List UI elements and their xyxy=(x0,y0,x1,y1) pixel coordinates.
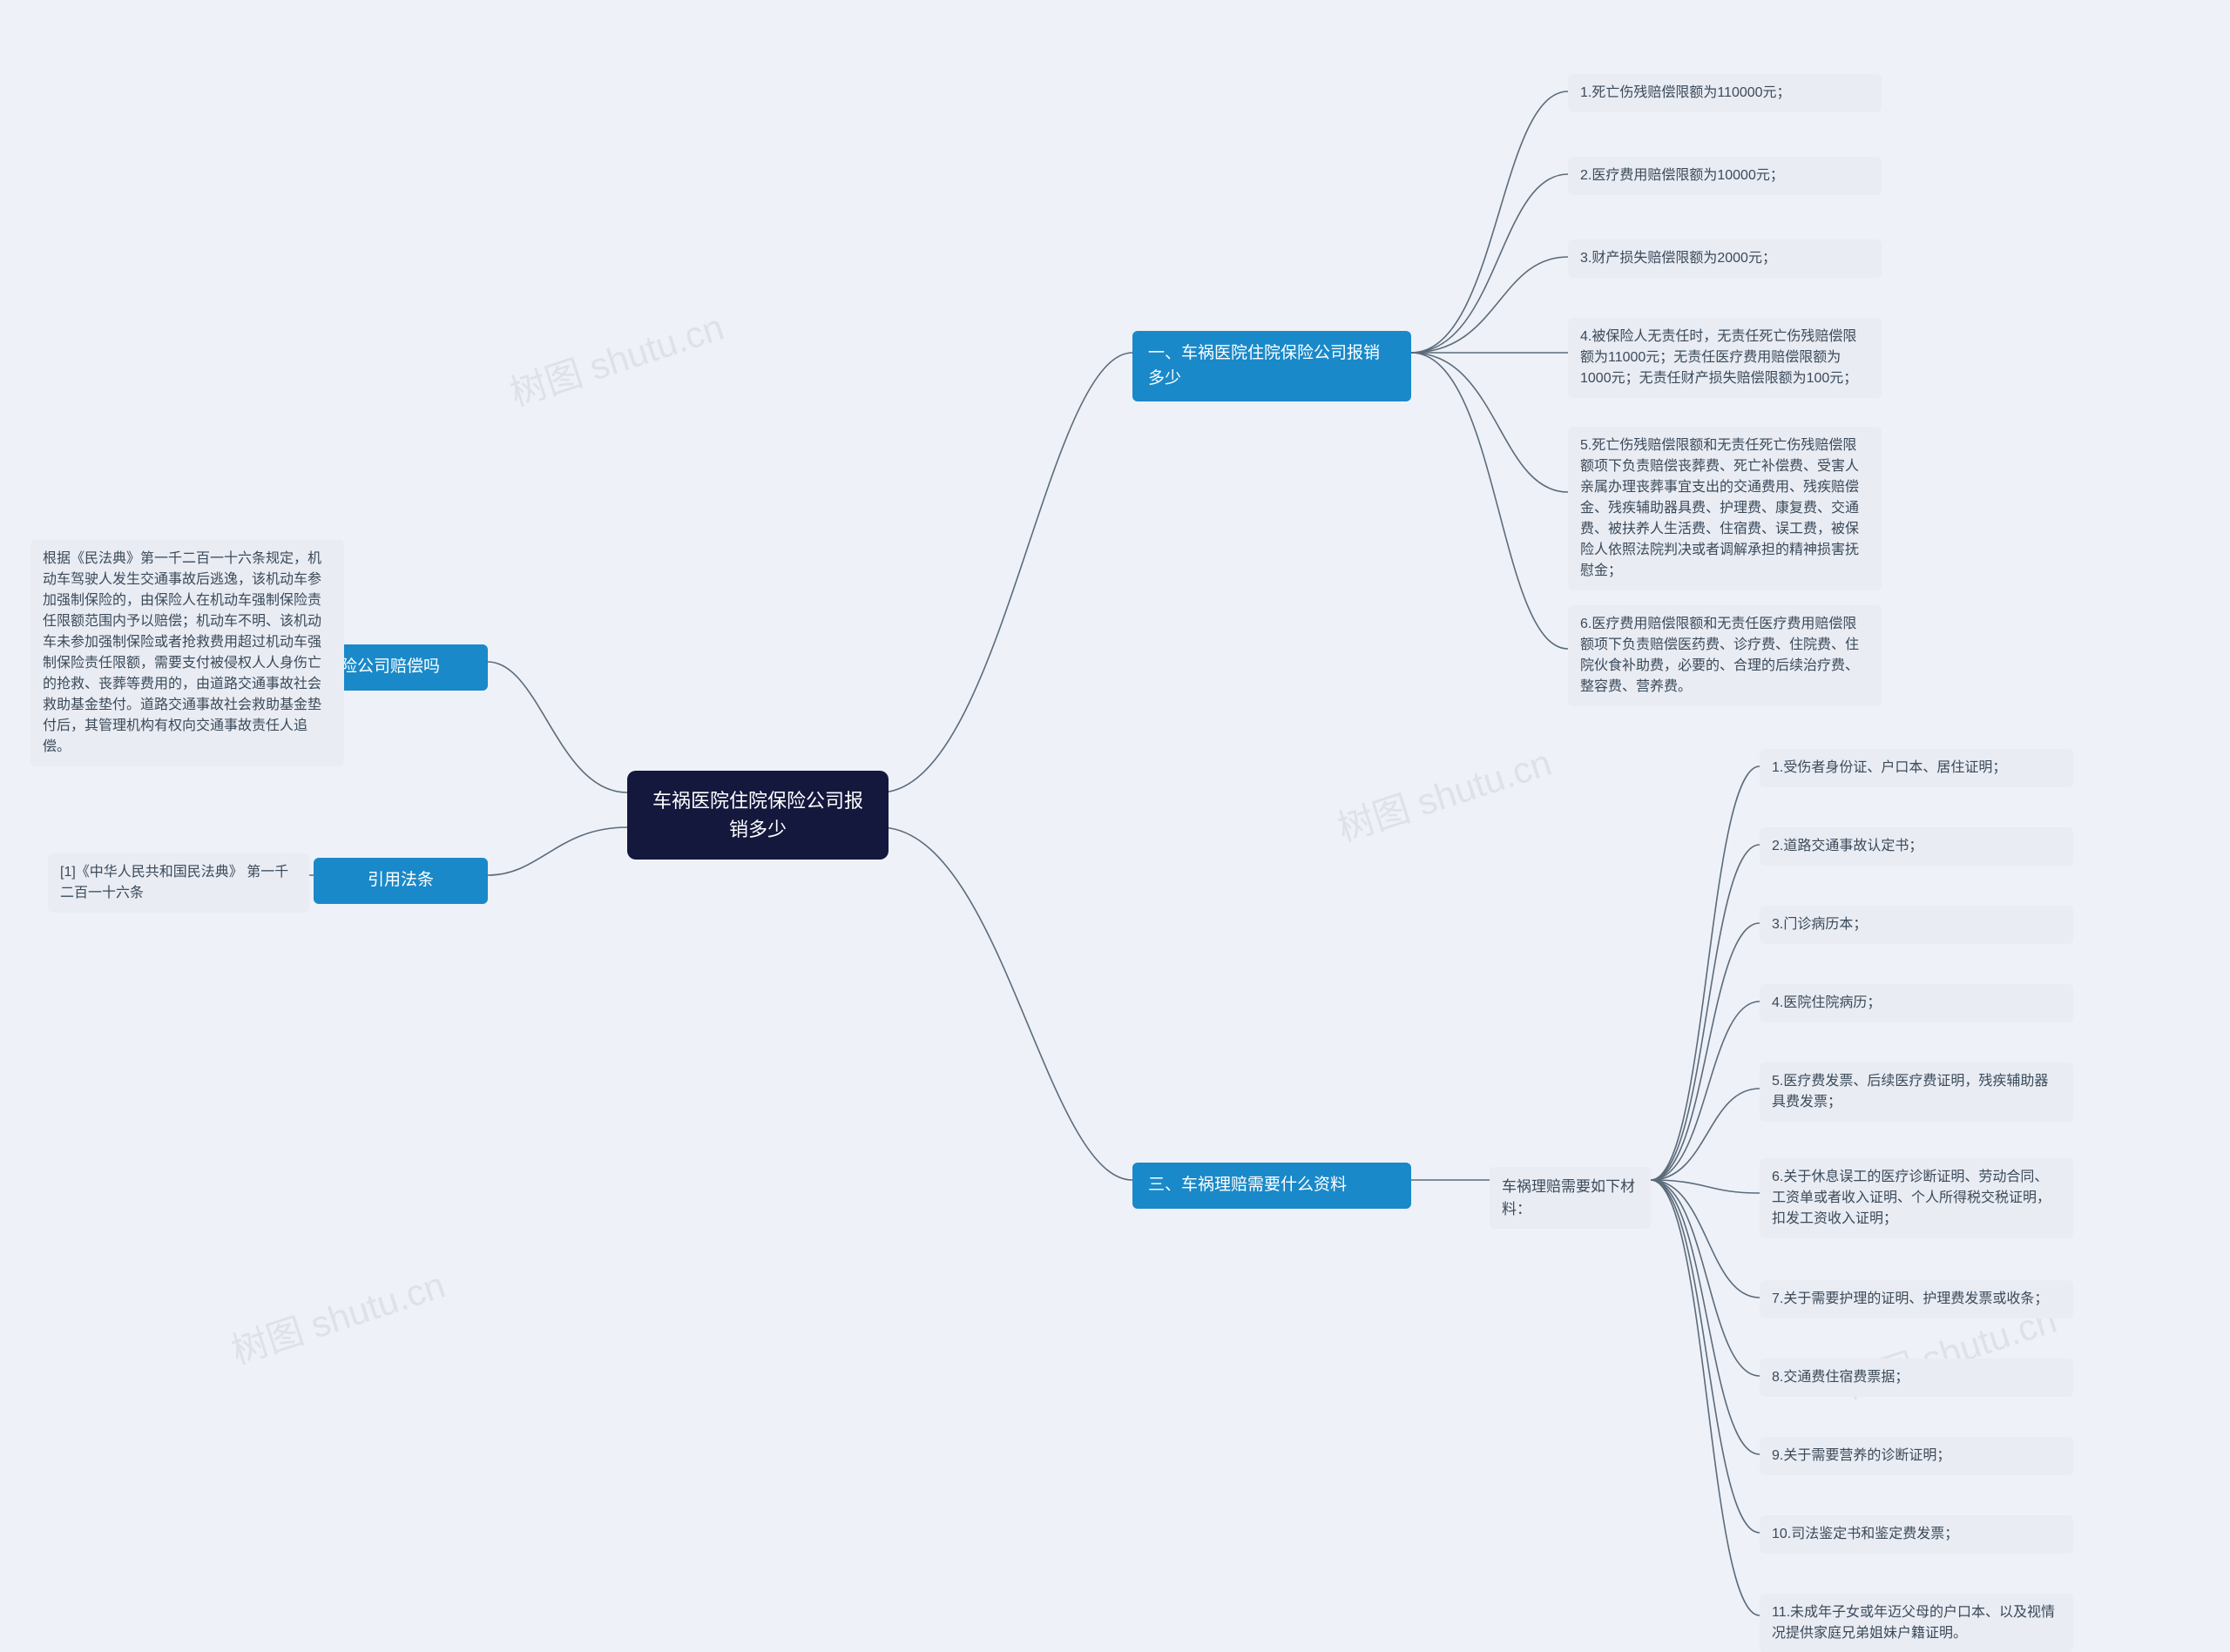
b3-item-5-text: 5.医疗费发票、后续医疗费证明，残疾辅助器具费发票； xyxy=(1772,1074,2048,1109)
b3-item-8[interactable]: 8.交通费住宿费票据； xyxy=(1760,1359,2073,1397)
branch-1-label: 一、车祸医院住院保险公司报销多少 xyxy=(1148,344,1380,388)
b3-item-3-text: 3.门诊病历本； xyxy=(1772,917,1867,932)
b1-item-6-text: 6.医疗费用赔偿限额和无责任医疗费用赔偿限额项下负责赔偿医药费、诊疗费、住院费、… xyxy=(1580,617,1859,694)
branch-3[interactable]: 三、车祸理赔需要什么资料 xyxy=(1132,1163,1411,1209)
b3-item-1[interactable]: 1.受伤者身份证、户口本、居住证明； xyxy=(1760,749,2073,787)
watermark: 树图 shutu.cn xyxy=(224,1256,451,1375)
b3-item-8-text: 8.交通费住宿费票据； xyxy=(1772,1370,1909,1385)
b3-item-9[interactable]: 9.关于需要营养的诊断证明； xyxy=(1760,1437,2073,1475)
branch-3-sub-text: 车祸理赔需要如下材料： xyxy=(1502,1178,1635,1217)
b3-item-2-text: 2.道路交通事故认定书； xyxy=(1772,839,1923,853)
b3-item-6[interactable]: 6.关于休息误工的医疗诊断证明、劳动合同、工资单或者收入证明、个人所得税交税证明… xyxy=(1760,1158,2073,1238)
b1-item-1-text: 1.死亡伤残赔偿限额为110000元； xyxy=(1580,85,1791,100)
b1-item-3-text: 3.财产损失赔偿限额为2000元； xyxy=(1580,251,1776,266)
b4-leaf-text: [1]《中华人民共和国民法典》 第一千二百一十六条 xyxy=(60,865,288,900)
watermark: 树图 shutu.cn xyxy=(1330,733,1558,853)
b1-item-5-text: 5.死亡伤残赔偿限额和无责任死亡伤残赔偿限额项下负责赔偿丧葬费、死亡补偿费、受害… xyxy=(1580,438,1859,578)
root-title: 车祸医院住院保险公司报销多少 xyxy=(652,790,863,840)
b3-item-6-text: 6.关于休息误工的医疗诊断证明、劳动合同、工资单或者收入证明、个人所得税交税证明… xyxy=(1772,1170,2051,1226)
b3-item-4[interactable]: 4.医院住院病历； xyxy=(1760,984,2073,1022)
b1-item-3[interactable]: 3.财产损失赔偿限额为2000元； xyxy=(1568,239,1882,278)
b1-item-1[interactable]: 1.死亡伤残赔偿限额为110000元； xyxy=(1568,74,1882,112)
b1-item-2[interactable]: 2.医疗费用赔偿限额为10000元； xyxy=(1568,157,1882,195)
b2-leaf-text: 根据《民法典》第一千二百一十六条规定，机动车驾驶人发生交通事故后逃逸，该机动车参… xyxy=(43,551,321,754)
b3-item-11-text: 11.未成年子女或年迈父母的户口本、以及视情况提供家庭兄弟姐妹户籍证明。 xyxy=(1772,1605,2055,1641)
b3-item-10-text: 10.司法鉴定书和鉴定费发票； xyxy=(1772,1527,1958,1541)
b3-item-4-text: 4.医院住院病历； xyxy=(1772,995,1881,1010)
b4-leaf[interactable]: [1]《中华人民共和国民法典》 第一千二百一十六条 xyxy=(48,853,309,913)
branch-1[interactable]: 一、车祸医院住院保险公司报销多少 xyxy=(1132,331,1411,401)
connector-lines xyxy=(0,0,2230,1652)
b3-item-9-text: 9.关于需要营养的诊断证明； xyxy=(1772,1448,1950,1463)
branch-4[interactable]: 引用法条 xyxy=(314,858,488,904)
watermark: 树图 shutu.cn xyxy=(503,298,730,417)
b1-item-4[interactable]: 4.被保险人无责任时，无责任死亡伤残赔偿限额为11000元；无责任医疗费用赔偿限… xyxy=(1568,318,1882,398)
branch-4-label: 引用法条 xyxy=(368,871,434,889)
b1-item-6[interactable]: 6.医疗费用赔偿限额和无责任医疗费用赔偿限额项下负责赔偿医药费、诊疗费、住院费、… xyxy=(1568,605,1882,706)
root-node[interactable]: 车祸医院住院保险公司报销多少 xyxy=(627,771,889,860)
b3-item-11[interactable]: 11.未成年子女或年迈父母的户口本、以及视情况提供家庭兄弟姐妹户籍证明。 xyxy=(1760,1594,2073,1652)
b3-item-1-text: 1.受伤者身份证、户口本、居住证明； xyxy=(1772,760,2006,775)
b3-item-5[interactable]: 5.医疗费发票、后续医疗费证明，残疾辅助器具费发票； xyxy=(1760,1062,2073,1122)
b3-item-2[interactable]: 2.道路交通事故认定书； xyxy=(1760,827,2073,866)
b1-item-2-text: 2.医疗费用赔偿限额为10000元； xyxy=(1580,168,1784,183)
branch-3-label: 三、车祸理赔需要什么资料 xyxy=(1148,1176,1347,1194)
b3-item-3[interactable]: 3.门诊病历本； xyxy=(1760,906,2073,944)
b3-item-7[interactable]: 7.关于需要护理的证明、护理费发票或收条； xyxy=(1760,1280,2073,1318)
b3-item-7-text: 7.关于需要护理的证明、护理费发票或收条； xyxy=(1772,1291,2048,1306)
b3-item-10[interactable]: 10.司法鉴定书和鉴定费发票； xyxy=(1760,1515,2073,1554)
b1-item-4-text: 4.被保险人无责任时，无责任死亡伤残赔偿限额为11000元；无责任医疗费用赔偿限… xyxy=(1580,329,1857,386)
branch-3-sub[interactable]: 车祸理赔需要如下材料： xyxy=(1490,1167,1651,1229)
b1-item-5[interactable]: 5.死亡伤残赔偿限额和无责任死亡伤残赔偿限额项下负责赔偿丧葬费、死亡补偿费、受害… xyxy=(1568,427,1882,590)
b2-leaf[interactable]: 根据《民法典》第一千二百一十六条规定，机动车驾驶人发生交通事故后逃逸，该机动车参… xyxy=(30,540,344,766)
